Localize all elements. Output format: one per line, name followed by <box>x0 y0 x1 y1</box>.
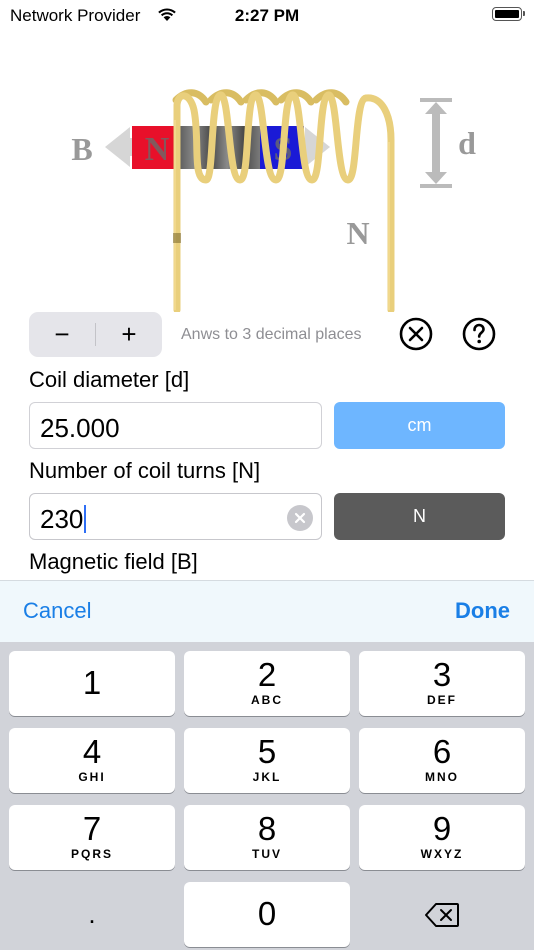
backspace-icon <box>425 903 459 927</box>
key-5[interactable]: 5 JKL <box>184 728 350 793</box>
clock-time: 2:27 PM <box>234 6 300 25</box>
increment-button[interactable]: + <box>96 312 162 357</box>
magnet-north-label: N <box>145 131 170 168</box>
keyboard-toolbar: Cancel Done <box>0 580 534 642</box>
key-9[interactable]: 9 WXYZ <box>359 805 525 870</box>
key-2[interactable]: 2 ABC <box>184 651 350 716</box>
diameter-value: 25.000 <box>40 413 120 443</box>
field-b-label: B <box>71 131 92 167</box>
diameter-field-label: Coil diameter [d] <box>29 367 190 392</box>
magnetic-field-label: Magnetic field [B] <box>29 549 198 574</box>
numeric-keypad: 1 2 ABC 3 DEF 4 GHI 5 JKL 6 MNO 7 PQRS 8 TUV 9W… <box>0 642 534 950</box>
key-4[interactable]: 4 GHI <box>9 728 175 793</box>
clear-field-icon[interactable] <box>287 505 313 531</box>
solenoid-diagram: N S B d N <box>71 89 476 312</box>
decimal-stepper[interactable]: − + <box>29 312 162 357</box>
key-8[interactable]: 8 TUV <box>184 805 350 870</box>
turns-label: N <box>346 215 369 251</box>
done-button[interactable]: Done <box>455 598 510 624</box>
key-1[interactable]: 1 <box>9 651 175 716</box>
diameter-arrow-icon <box>420 98 452 188</box>
battery-icon <box>492 7 525 21</box>
text-caret <box>84 505 87 534</box>
key-6[interactable]: 6 MNO <box>359 728 525 793</box>
turns-field[interactable]: 230 <box>29 493 322 540</box>
clear-all-icon[interactable] <box>399 317 433 351</box>
turns-value: 230 <box>40 504 84 534</box>
turns-unit-button[interactable]: N <box>334 493 505 540</box>
key-7[interactable]: 7 PQRS <box>9 805 175 870</box>
decrement-button[interactable]: − <box>29 312 95 357</box>
key-decimal[interactable]: . <box>9 882 175 947</box>
diameter-unit-button[interactable]: cm <box>334 402 505 449</box>
help-icon[interactable] <box>462 317 496 351</box>
status-bar: Network Provider 2:27 PM <box>0 0 534 30</box>
key-0[interactable]: 0 <box>184 882 350 947</box>
cancel-button[interactable]: Cancel <box>23 598 91 624</box>
diameter-label: d <box>458 125 476 161</box>
diameter-field[interactable]: 25.000 <box>29 402 322 449</box>
delete-key[interactable] <box>359 882 525 947</box>
precision-hint: Anws to 3 decimal places <box>181 326 362 343</box>
turns-field-label: Number of coil turns [N] <box>29 458 261 483</box>
bar-magnet: N S <box>132 126 304 169</box>
key-3[interactable]: 3 DEF <box>359 651 525 716</box>
